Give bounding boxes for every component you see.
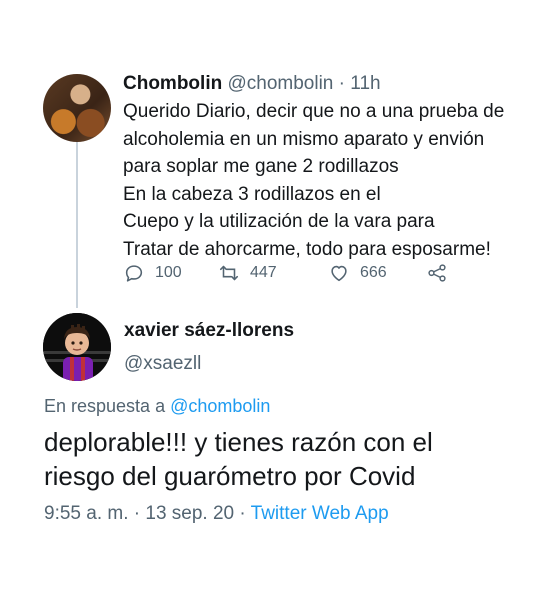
avatar-xavier[interactable]	[43, 313, 111, 381]
like-button[interactable]: 666	[328, 262, 387, 284]
like-count: 666	[360, 264, 387, 281]
tweet1-display-name[interactable]: Chombolin	[123, 73, 222, 94]
tweet1-text: Querido Diario, decir que no a una prueb…	[123, 98, 543, 264]
tweet2-display-name[interactable]: xavier sáez-llorens	[124, 320, 294, 342]
tweet1-actions: 100 447 666	[123, 262, 453, 286]
tweet2-timestamp[interactable]: 9:55 a. m. · 13 sep. 20 ·	[44, 503, 246, 524]
reply-context: En respuesta a @chombolin	[44, 396, 270, 417]
reply-mention-link[interactable]: @chombolin	[170, 396, 270, 416]
tweet2-line: riesgo del guarómetro por Covid	[44, 461, 416, 491]
reply-icon	[125, 265, 143, 282]
retweet-icon	[219, 265, 239, 281]
tweet1-separator: ·	[338, 73, 345, 94]
tweet1-line: Tratar de ahorcarme, todo para esposarme…	[123, 238, 491, 260]
tweet2-text: deplorable!!! y tienes razón con el ries…	[44, 425, 534, 493]
tweet1-line: Querido Diario, decir que no a una prueb…	[123, 101, 505, 122]
thread-line	[76, 142, 78, 308]
retweet-count: 447	[250, 264, 277, 281]
retweet-button[interactable]: 447	[218, 262, 277, 284]
reply-prefix: En respuesta a	[44, 396, 166, 416]
tweet1-handle[interactable]: @chombolin	[227, 73, 333, 94]
tweet1-line: alcoholemia en un mismo aparato y envión	[123, 128, 485, 150]
heart-icon	[331, 265, 347, 282]
share-icon	[428, 264, 446, 282]
tweet2-meta: 9:55 a. m. · 13 sep. 20 · Twitter Web Ap…	[44, 503, 389, 525]
tweet2-handle[interactable]: @xsaezll	[124, 353, 201, 375]
reply-button[interactable]: 100	[123, 262, 182, 284]
avatar-chombolin[interactable]	[43, 74, 111, 142]
reply-count: 100	[155, 264, 182, 281]
tweet1-line: Cuepo y la utilización de la vara para	[123, 211, 435, 233]
tweet1-line: para soplar me gane 2 rodillazos	[123, 156, 399, 178]
tweet1-time[interactable]: 11h	[350, 73, 380, 94]
tweet1-header: Chombolin @chombolin · 11h	[123, 72, 381, 96]
tweet2-source-link[interactable]: Twitter Web App	[251, 503, 389, 524]
share-button[interactable]	[426, 262, 458, 284]
tweet1-line: En la cabeza 3 rodillazos en el	[123, 183, 381, 205]
tweet2-line: deplorable!!! y tienes razón con el	[44, 427, 433, 457]
memoji-avatar-icon	[43, 313, 111, 381]
